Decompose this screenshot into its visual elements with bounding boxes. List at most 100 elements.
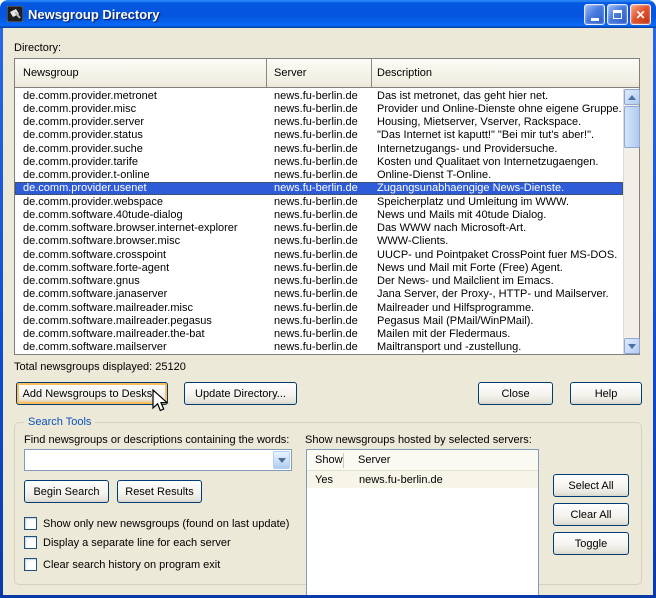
server-list-header: Show Server	[307, 450, 538, 471]
table-row[interactable]: de.comm.software.mailreader.pegasus news…	[15, 314, 623, 327]
cell-server: news.fu-berlin.de	[267, 275, 372, 287]
column-header-server[interactable]: Server	[267, 59, 372, 87]
cell-newsgroup: de.comm.software.mailserver	[15, 341, 267, 353]
cell-newsgroup: de.comm.software.janaserver	[15, 288, 267, 300]
close-icon: ✕	[635, 9, 645, 21]
cell-server: news.fu-berlin.de	[267, 209, 372, 221]
checkbox-row-clear-history[interactable]: Clear search history on program exit	[24, 558, 220, 571]
cell-newsgroup: de.comm.software.crosspoint	[15, 249, 267, 261]
search-input[interactable]	[26, 451, 270, 469]
newsgroup-table: Newsgroup Server Description de.comm.pro…	[14, 58, 640, 355]
toggle-button[interactable]: Toggle	[553, 532, 629, 555]
table-row[interactable]: de.comm.provider.t-online news.fu-berlin…	[15, 169, 623, 182]
scroll-down-button[interactable]	[624, 338, 640, 354]
table-row[interactable]: de.comm.provider.suche news.fu-berlin.de…	[15, 142, 623, 155]
cell-server: news.fu-berlin.de	[267, 249, 372, 261]
maximize-button[interactable]	[607, 4, 628, 25]
arrow-down-icon	[628, 344, 636, 349]
window-title: Newsgroup Directory	[28, 7, 159, 22]
table-row[interactable]: de.comm.software.mailreader.the-bat news…	[15, 328, 623, 341]
server-row[interactable]: Yes news.fu-berlin.de	[307, 471, 538, 488]
table-row[interactable]: de.comm.software.40tude-dialog news.fu-b…	[15, 208, 623, 221]
table-row[interactable]: de.comm.software.janaserver news.fu-berl…	[15, 288, 623, 301]
cell-server: news.fu-berlin.de	[267, 288, 372, 300]
column-header-newsgroup[interactable]: Newsgroup	[15, 59, 267, 87]
cell-newsgroup: de.comm.provider.server	[15, 116, 267, 128]
cell-newsgroup: de.comm.software.mailreader.the-bat	[15, 328, 267, 340]
cell-server: news.fu-berlin.de	[267, 328, 372, 340]
add-newsgroups-button[interactable]: Add Newsgroups to Desks...	[16, 382, 168, 405]
column-header-server[interactable]: Server	[344, 454, 538, 466]
begin-search-button[interactable]: Begin Search	[24, 480, 109, 503]
cell-newsgroup: de.comm.provider.suche	[15, 143, 267, 155]
table-row[interactable]: de.comm.software.mailreader.misc news.fu…	[15, 301, 623, 314]
table-row[interactable]: de.comm.software.browser.misc news.fu-be…	[15, 235, 623, 248]
cell-newsgroup: de.comm.software.browser.misc	[15, 235, 267, 247]
table-row[interactable]: de.comm.provider.misc news.fu-berlin.de …	[15, 102, 623, 115]
titlebar[interactable]: Newsgroup Directory ✕	[0, 0, 656, 28]
table-row[interactable]: de.comm.software.crosspoint news.fu-berl…	[15, 248, 623, 261]
checkbox-new-newsgroups[interactable]	[24, 517, 37, 530]
cell-show: Yes	[307, 474, 344, 486]
servers-label: Show newsgroups hosted by selected serve…	[305, 434, 532, 446]
server-list-body: Yes news.fu-berlin.de	[307, 471, 538, 488]
checkbox-separate-line[interactable]	[24, 536, 37, 549]
clear-all-button[interactable]: Clear All	[553, 503, 629, 526]
server-list: Show Server Yes news.fu-berlin.de	[306, 449, 539, 595]
table-row[interactable]: de.comm.provider.tarife news.fu-berlin.d…	[15, 155, 623, 168]
cell-newsgroup: de.comm.software.forte-agent	[15, 262, 267, 274]
find-words-label: Find newsgroups or descriptions containi…	[24, 434, 289, 446]
cell-description: WWW-Clients.	[372, 235, 623, 247]
combobox-dropdown-button[interactable]	[273, 451, 290, 469]
close-button[interactable]: Close	[478, 382, 553, 405]
cell-newsgroup: de.comm.provider.misc	[15, 103, 267, 115]
table-row[interactable]: de.comm.software.browser.internet-explor…	[15, 222, 623, 235]
checkbox-clear-history[interactable]	[24, 558, 37, 571]
cell-newsgroup: de.comm.provider.usenet	[15, 182, 267, 194]
cell-server: news.fu-berlin.de	[267, 103, 372, 115]
cell-server: news.fu-berlin.de	[267, 222, 372, 234]
cell-server: news.fu-berlin.de	[267, 156, 372, 168]
table-row[interactable]: de.comm.provider.webspace news.fu-berlin…	[15, 195, 623, 208]
cell-server: news.fu-berlin.de	[267, 196, 372, 208]
client-area: Directory: Newsgroup Server Description …	[3, 28, 653, 595]
checkbox-row-new-newsgroups[interactable]: Show only new newsgroups (found on last …	[24, 517, 289, 530]
close-button-titlebar[interactable]: ✕	[630, 4, 651, 25]
cell-server: news.fu-berlin.de	[267, 90, 372, 102]
directory-label: Directory:	[14, 42, 61, 54]
checkbox-label: Show only new newsgroups (found on last …	[43, 518, 289, 530]
select-all-button[interactable]: Select All	[553, 474, 629, 497]
table-body: de.comm.provider.metronet news.fu-berlin…	[15, 89, 623, 354]
app-icon	[7, 6, 23, 22]
cell-server: news.fu-berlin.de	[344, 474, 538, 486]
help-button[interactable]: Help	[570, 382, 642, 405]
column-header-show[interactable]: Show	[307, 453, 344, 468]
cell-description: Mailreader und Hilfsprogramme.	[372, 302, 623, 314]
cell-server: news.fu-berlin.de	[267, 116, 372, 128]
search-combobox[interactable]	[24, 449, 292, 471]
column-header-description[interactable]: Description	[372, 59, 639, 87]
cell-description: Housing, Mietserver, Vserver, Rackspace.	[372, 116, 623, 128]
cell-description: Jana Server, der Proxy-, HTTP- und Mails…	[372, 288, 623, 300]
cell-server: news.fu-berlin.de	[267, 302, 372, 314]
table-row[interactable]: de.comm.software.forte-agent news.fu-ber…	[15, 261, 623, 274]
table-row[interactable]: de.comm.provider.usenet news.fu-berlin.d…	[15, 182, 623, 195]
scrollbar-thumb[interactable]	[624, 106, 640, 148]
table-row[interactable]: de.comm.provider.server news.fu-berlin.d…	[15, 116, 623, 129]
vertical-scrollbar[interactable]	[623, 89, 639, 354]
table-row[interactable]: de.comm.provider.status news.fu-berlin.d…	[15, 129, 623, 142]
maximize-icon	[613, 10, 622, 19]
table-row[interactable]: de.comm.software.mailserver news.fu-berl…	[15, 341, 623, 354]
minimize-icon	[591, 18, 599, 21]
cell-newsgroup: de.comm.provider.t-online	[15, 169, 267, 181]
table-row[interactable]: de.comm.provider.metronet news.fu-berlin…	[15, 89, 623, 102]
checkbox-row-separate-line[interactable]: Display a separate line for each server	[24, 536, 231, 549]
cell-server: news.fu-berlin.de	[267, 315, 372, 327]
reset-results-button[interactable]: Reset Results	[117, 480, 202, 503]
cell-description: Mailen mit der Fledermaus.	[372, 328, 623, 340]
update-directory-button[interactable]: Update Directory...	[184, 382, 297, 405]
scroll-up-button[interactable]	[624, 89, 640, 105]
newsgroup-directory-window: Newsgroup Directory ✕ Directory: Newsgro…	[0, 0, 656, 598]
minimize-button[interactable]	[584, 4, 605, 25]
table-row[interactable]: de.comm.software.gnus news.fu-berlin.de …	[15, 275, 623, 288]
